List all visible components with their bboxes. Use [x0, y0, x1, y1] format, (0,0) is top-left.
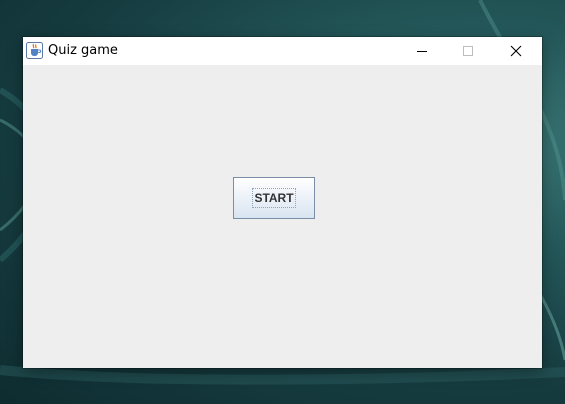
- start-button-label: START: [252, 188, 296, 208]
- close-icon: [510, 45, 522, 57]
- title-bar[interactable]: Quiz game: [23, 37, 542, 65]
- maximize-button[interactable]: [445, 37, 491, 65]
- window-content-panel: START: [23, 65, 542, 368]
- java-coffee-cup-icon[interactable]: [26, 42, 43, 59]
- close-button[interactable]: [493, 37, 539, 65]
- window-title: Quiz game: [48, 43, 118, 58]
- quiz-game-window: Quiz game START: [23, 37, 542, 368]
- maximize-icon: [463, 46, 473, 56]
- start-button[interactable]: START: [233, 177, 315, 219]
- minimize-icon: [417, 51, 427, 52]
- minimize-button[interactable]: [399, 37, 445, 65]
